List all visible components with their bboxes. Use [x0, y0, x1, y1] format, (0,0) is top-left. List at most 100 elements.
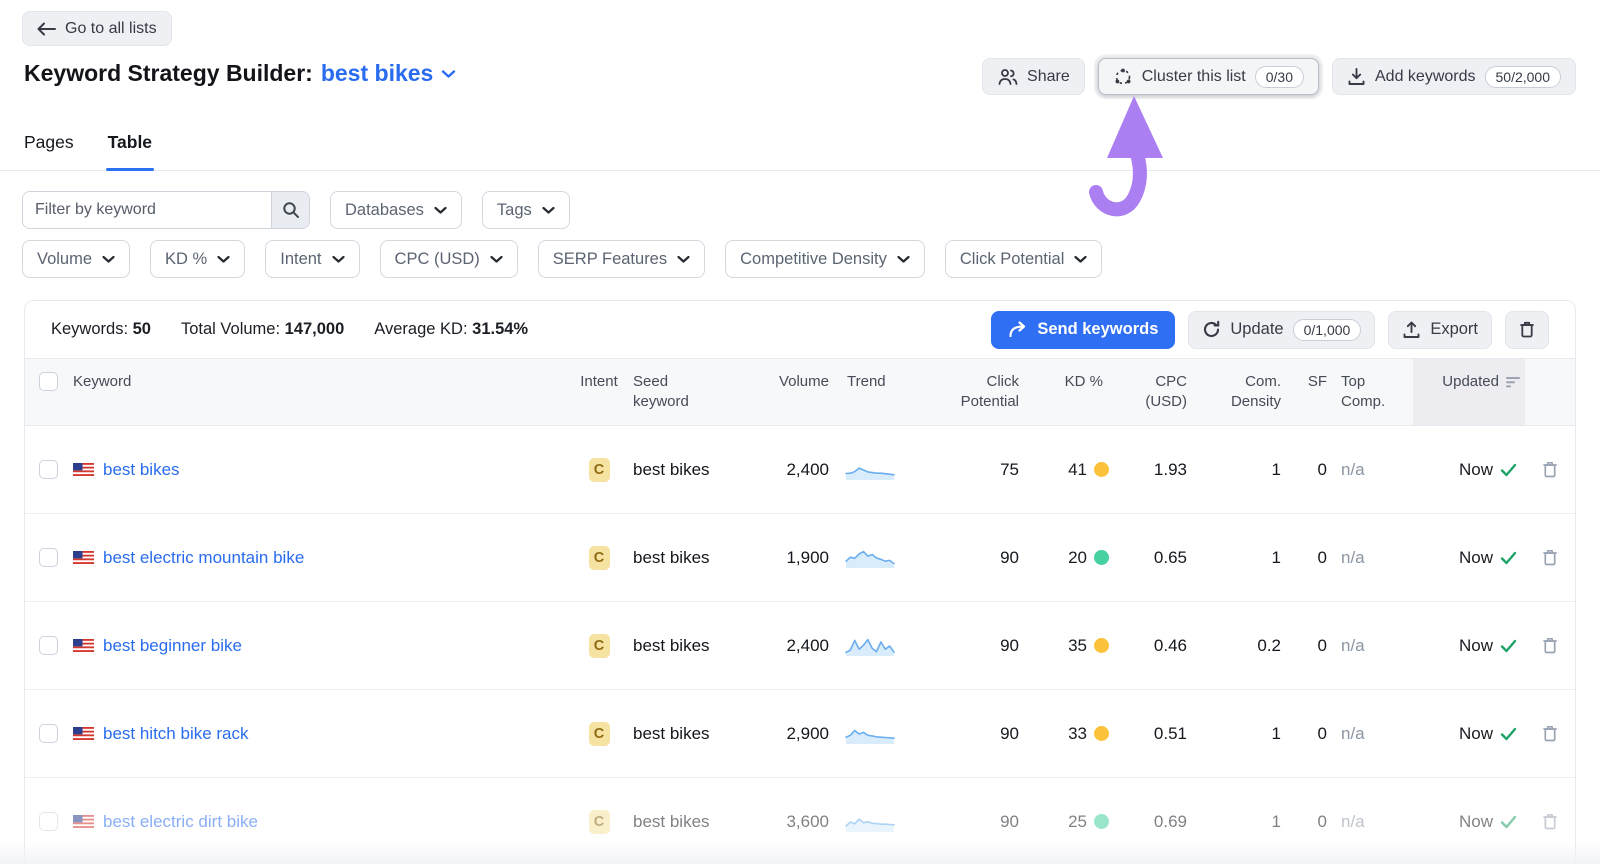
col-header-kd[interactable]: KD %: [1029, 372, 1115, 392]
row-delete-button[interactable]: [1525, 548, 1575, 567]
select-all-checkbox[interactable]: [38, 372, 58, 391]
tab-table[interactable]: Table: [105, 128, 155, 171]
row-delete-button[interactable]: [1525, 460, 1575, 479]
page-title: Keyword Strategy Builder: best bikes: [24, 60, 456, 87]
trash-icon: [1520, 321, 1534, 338]
top-comp-value: n/a: [1341, 459, 1365, 479]
filter-dropdown-serp-features[interactable]: SERP Features: [537, 240, 706, 278]
table-row: best electric dirt bike Cbest bikes 3,600 9…: [25, 778, 1575, 864]
click-potential-value: 90: [1000, 811, 1019, 831]
kd-value: 41: [1068, 459, 1087, 479]
row-delete-button[interactable]: [1525, 636, 1575, 655]
kd-value: 33: [1068, 723, 1087, 743]
chevron-down-icon: [102, 255, 115, 263]
filter-row-primary: Databases Tags: [22, 191, 570, 229]
filter-dropdown-kd[interactable]: KD %: [150, 240, 246, 278]
seed-keyword: best bikes: [633, 723, 710, 743]
col-header-cpc[interactable]: CPC (USD): [1131, 372, 1197, 413]
kd-value: 20: [1068, 547, 1087, 567]
us-flag-icon: [73, 463, 94, 476]
col-header-updated[interactable]: Updated: [1413, 359, 1525, 425]
chevron-down-icon: [1074, 255, 1088, 263]
kd-level-dot: [1094, 462, 1109, 477]
filter-dropdown-intent[interactable]: Intent: [265, 240, 360, 278]
keyword-link[interactable]: best electric mountain bike: [103, 548, 304, 568]
chevron-down-icon: [434, 206, 447, 214]
col-header-click-potential[interactable]: Click Potential: [927, 372, 1029, 413]
table-body: best bikes Cbest bikes 2,400 75 41 1.93 1 0 n/a N…: [25, 426, 1575, 864]
update-count-badge: 0/1,000: [1292, 318, 1362, 341]
col-header-seed-keyword[interactable]: Seed keyword: [629, 372, 701, 413]
row-checkbox[interactable]: [38, 724, 58, 743]
intent-badge: C: [588, 545, 610, 570]
keyword-filter-input[interactable]: [23, 192, 271, 228]
col-header-top-comp[interactable]: Top Comp.: [1335, 372, 1395, 413]
col-header-keyword[interactable]: Keyword: [71, 372, 569, 392]
seed-keyword: best bikes: [633, 635, 710, 655]
filter-dropdown-cpc-usd[interactable]: CPC (USD): [379, 240, 518, 278]
keyword-link[interactable]: best electric dirt bike: [103, 812, 258, 832]
chevron-down-icon: [490, 255, 503, 263]
sf-value: 0: [1317, 547, 1327, 567]
summary-stats: Keywords: 50 Total Volume: 147,000 Avera…: [51, 320, 528, 339]
tab-pages[interactable]: Pages: [22, 128, 76, 170]
keyword-link[interactable]: best beginner bike: [103, 636, 242, 656]
send-keywords-button[interactable]: Send keywords: [991, 310, 1176, 349]
filter-dropdown-databases[interactable]: Databases: [330, 191, 462, 229]
table-header-row: Keyword Intent Seed keyword Volume Trend…: [25, 358, 1575, 426]
top-comp-value: n/a: [1341, 635, 1365, 655]
add-keywords-button[interactable]: Add keywords 50/2,000: [1332, 58, 1576, 95]
trend-sparkline: [845, 550, 895, 568]
filter-row-secondary: Volume KD % Intent CPC (USD) SERP Features Co…: [22, 240, 1103, 278]
kd-value: 35: [1068, 635, 1087, 655]
volume-value: 3,600: [786, 811, 829, 831]
filter-dropdown-click-potential[interactable]: Click Potential: [944, 240, 1103, 278]
cluster-this-list-button[interactable]: Cluster this list 0/30: [1097, 58, 1319, 95]
click-potential-value: 75: [1000, 459, 1019, 479]
go-to-all-lists-button[interactable]: Go to all lists: [22, 11, 172, 46]
row-checkbox[interactable]: [38, 636, 58, 655]
refresh-icon: [1204, 320, 1220, 338]
search-button[interactable]: [271, 192, 309, 228]
col-header-sf[interactable]: SF: [1291, 372, 1335, 392]
cluster-icon: [1115, 68, 1131, 84]
list-name[interactable]: best bikes: [321, 60, 434, 87]
chevron-down-icon: [677, 255, 690, 263]
trend-sparkline: [845, 466, 895, 480]
us-flag-icon: [73, 727, 94, 740]
keyword-link[interactable]: best hitch bike rack: [103, 724, 249, 744]
row-checkbox[interactable]: [38, 460, 58, 479]
col-header-com-density[interactable]: Com. Density: [1221, 372, 1291, 413]
filter-dropdown-tags[interactable]: Tags: [481, 191, 570, 229]
chevron-down-icon[interactable]: [441, 69, 456, 79]
filter-dropdown-volume[interactable]: Volume: [22, 240, 131, 278]
trend-sparkline: [845, 729, 895, 744]
cpc-value: 1.93: [1153, 459, 1187, 479]
export-button[interactable]: Export: [1388, 310, 1492, 349]
delete-list-button[interactable]: [1505, 310, 1549, 349]
cpc-value: 0.65: [1153, 547, 1187, 567]
col-header-trend[interactable]: Trend: [839, 372, 927, 392]
update-label: Update: [1230, 320, 1284, 338]
sort-icon: [1506, 377, 1520, 388]
filter-dropdown-competitive-density[interactable]: Competitive Density: [725, 240, 925, 278]
keyword-link[interactable]: best bikes: [103, 460, 180, 480]
intent-badge: C: [588, 809, 610, 834]
trash-icon: [1543, 813, 1557, 830]
row-delete-button[interactable]: [1525, 812, 1575, 831]
kd-level-dot: [1094, 726, 1109, 741]
share-button[interactable]: Share: [982, 58, 1085, 95]
export-icon: [1403, 321, 1420, 338]
row-checkbox[interactable]: [38, 812, 58, 831]
us-flag-icon: [73, 815, 94, 828]
col-header-intent[interactable]: Intent: [569, 372, 629, 392]
update-button[interactable]: Update 0/1,000: [1188, 310, 1376, 349]
kd-value: 25: [1068, 811, 1087, 831]
intent-badge: C: [588, 721, 610, 746]
back-button-label: Go to all lists: [65, 19, 157, 37]
row-checkbox[interactable]: [38, 548, 58, 567]
row-delete-button[interactable]: [1525, 724, 1575, 743]
trash-icon: [1543, 637, 1557, 654]
col-header-volume[interactable]: Volume: [747, 372, 839, 392]
volume-value: 2,400: [786, 459, 829, 479]
